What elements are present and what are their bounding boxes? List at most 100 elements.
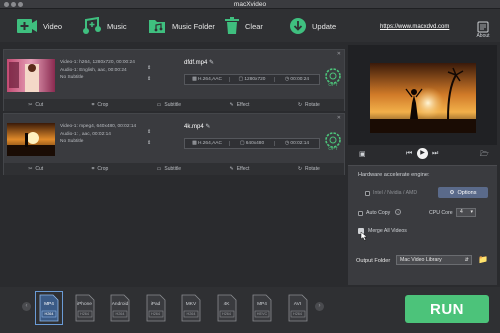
stream-select-arrows[interactable]: ⇕ ⇕ (147, 63, 151, 85)
add-music-button[interactable]: Music (82, 15, 127, 37)
output-duration: ◷ 00:00:24 (284, 77, 310, 82)
output-resolution: ▢ 1280x720 (230, 77, 275, 82)
add-music-icon (83, 17, 101, 34)
opt-gear-icon[interactable]: OPT (324, 131, 342, 153)
cut-button[interactable]: ✂ Cut (28, 102, 43, 108)
format-tile[interactable]: MP4 H264 (35, 291, 63, 325)
clear-button[interactable]: Clear (224, 15, 263, 37)
output-folder-value: Mac Video Library (400, 257, 442, 263)
opt-label: OPT (328, 82, 338, 87)
update-label: Update (312, 21, 337, 31)
next-icon[interactable]: ⏭ (432, 150, 438, 158)
music-folder-label: Music Folder (172, 21, 215, 31)
snapshot-icon[interactable]: ▣ (359, 150, 366, 158)
subtitle-button[interactable]: ▭ Subtitle (157, 166, 181, 172)
video-thumbnail[interactable] (7, 123, 55, 156)
crop-button[interactable]: ⌗ Crop (92, 102, 109, 108)
format-tile[interactable]: AVI H264 (287, 294, 309, 322)
file-item[interactable]: Video-1: h264, 1280x720, 00:00:24 Audio-… (3, 49, 345, 111)
crop-icon: ⌗ (91, 166, 95, 172)
play-icon[interactable]: ▶ (417, 148, 428, 159)
add-video-button[interactable]: Video (16, 15, 62, 37)
crop-button[interactable]: ⌗ Crop (92, 166, 109, 172)
about-button[interactable]: About (470, 21, 496, 39)
rotate-button[interactable]: ↻ Rotate (298, 166, 320, 172)
file-format-icon (217, 294, 236, 322)
add-music-folder-button[interactable]: Music Folder (147, 15, 215, 37)
format-tile[interactable]: iPhone H264 (74, 294, 96, 322)
crop-icon: ⌗ (91, 102, 95, 108)
format-tile[interactable]: MP4 HEVC (251, 294, 273, 322)
format-name: MP4 (44, 302, 54, 307)
output-filename[interactable]: dfdf.mp4 ✎ (184, 59, 214, 66)
browse-folder-icon[interactable]: 📁 (478, 255, 488, 264)
output-filename[interactable]: 4k.mp4 ✎ (184, 123, 210, 130)
format-tile[interactable]: iPad H264 (145, 294, 167, 322)
formats-next-icon[interactable]: › (315, 302, 324, 311)
format-codec: H264 (115, 312, 125, 316)
remove-item-icon[interactable]: ✕ (337, 51, 341, 57)
update-button[interactable]: Update (289, 15, 336, 37)
file-format-icon (110, 294, 130, 322)
video-thumbnail[interactable] (7, 59, 55, 92)
output-codec: ▩ H.264,AAC (185, 141, 230, 146)
stream-select-arrows[interactable]: ⇕ ⇕ (147, 127, 151, 149)
playback-controls: ▣ ⏮ ▶ ⏭ 🗁 (348, 148, 497, 161)
effect-button[interactable]: ✎ Effect (230, 102, 250, 108)
format-name: 4K (223, 302, 230, 307)
file-item[interactable]: Video-1: mpeg4, 640x480, 00:02:14 Audio-… (3, 113, 345, 175)
format-codec: H264 (186, 312, 196, 316)
file-format-icon (75, 294, 94, 322)
format-name: iPhone (77, 302, 92, 307)
open-folder-icon[interactable]: 🗁 (480, 150, 489, 161)
format-codec: HEVC (256, 312, 268, 316)
scissors-icon: ✂ (28, 166, 33, 172)
music-folder-icon (149, 20, 165, 33)
options-button[interactable]: ⚙ Options (438, 187, 488, 198)
format-codec: H264 (292, 312, 303, 316)
scissors-icon: ✂ (28, 102, 33, 108)
edit-actions: ✂ Cut ⌗ Crop ▭ Subtitle ✎ Effect ↻ Rotate (4, 99, 344, 111)
rotate-button[interactable]: ↻ Rotate (298, 102, 320, 108)
website-link[interactable]: https://www.macxdvd.com (380, 24, 449, 30)
edit-name-icon[interactable]: ✎ (205, 124, 210, 130)
subtitle-button[interactable]: ▭ Subtitle (157, 102, 181, 108)
update-icon (290, 18, 306, 34)
remove-item-icon[interactable]: ✕ (337, 115, 341, 121)
gear-icon: ⚙ (449, 189, 455, 196)
file-list: Video-1: h264, 1280x720, 00:00:24 Audio-… (3, 45, 345, 285)
cut-label: Cut (35, 102, 44, 108)
hardware-engine-option: Intel / Nvidia / AMD (373, 190, 418, 196)
format-tile[interactable]: Android H264 (109, 294, 131, 322)
run-button[interactable]: RUN (405, 295, 489, 323)
output-name-text: 4k.mp4 (184, 124, 204, 130)
effect-icon: ✎ (229, 166, 234, 172)
formats-prev-icon[interactable]: ‹ (22, 302, 31, 311)
format-tile[interactable]: 4K H264 (216, 294, 238, 322)
previous-icon[interactable]: ⏮ (406, 150, 412, 158)
opt-label: OPT (328, 146, 338, 151)
hardware-engine-title: Hardware accelerate engine: (358, 172, 430, 178)
source-video-info: Video-1: mpeg4, 640x480, 00:02:14 (60, 124, 137, 129)
output-folder-select[interactable]: Mac Video Library ⇵ (396, 255, 472, 265)
effect-button[interactable]: ✎ Effect (230, 166, 250, 172)
help-icon[interactable]: ? (395, 209, 401, 215)
video-preview[interactable] (348, 45, 497, 145)
file-format-icon (252, 294, 272, 322)
format-tile[interactable]: MKV H264 (180, 294, 202, 322)
format-bar: ‹ MP4 H264 iPhone H264 Android H264 iPad H264 MK… (0, 287, 500, 333)
effect-label: Effect (236, 102, 250, 108)
format-name: AVI (293, 302, 302, 307)
rotate-icon: ↻ (297, 102, 303, 108)
subtitle-label: Subtitle (164, 102, 182, 108)
source-info: Video-1: h264, 1280x720, 00:00:24 Audio-… (60, 59, 135, 82)
edit-name-icon[interactable]: ✎ (209, 60, 214, 66)
opt-gear-icon[interactable]: OPT (324, 67, 342, 89)
cpu-core-select[interactable]: 4 ▾ (456, 208, 476, 217)
source-info: Video-1: mpeg4, 640x480, 00:02:14 Audio-… (60, 123, 136, 146)
auto-copy-checkbox[interactable] (358, 211, 363, 216)
output-resolution: ▢ 640x480 (230, 141, 275, 146)
format-codec: H264 (79, 312, 90, 316)
cut-button[interactable]: ✂ Cut (28, 166, 43, 172)
hardware-engine-checkbox[interactable] (365, 191, 370, 196)
